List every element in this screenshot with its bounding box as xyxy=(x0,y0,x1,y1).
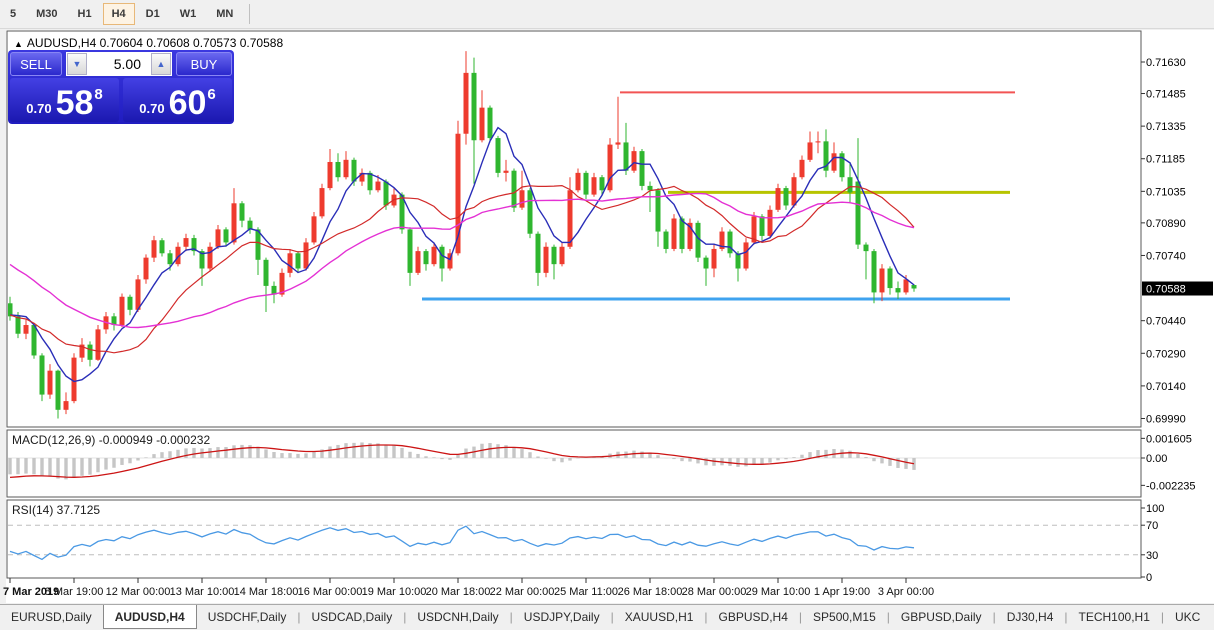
tab-xauusd-h1[interactable]: XAUUSD,H1 xyxy=(614,605,705,629)
tabs-holder: EURUSD,DailyAUDUSD,H4USDCHF,Daily|USDCAD… xyxy=(0,605,1211,629)
sell-price-point: 8 xyxy=(94,86,102,103)
trading-app: 5M30H1H4D1W1MN ▲ AUDUSD,H4 0.70604 0.7060… xyxy=(0,0,1214,630)
tab-usdjpy-daily[interactable]: USDJPY,Daily xyxy=(513,605,611,629)
macd-label: MACD(12,26,9) -0.000949 -0.000232 xyxy=(12,433,210,447)
timeframe-button-d1[interactable]: D1 xyxy=(137,3,169,25)
buy-price-display[interactable]: 0.70 60 6 xyxy=(123,78,232,122)
chart-title: ▲ AUDUSD,H4 0.70604 0.70608 0.70573 0.705… xyxy=(14,36,283,50)
timeframe-button-m30[interactable]: M30 xyxy=(27,3,66,25)
rsi-label: RSI(14) 37.7125 xyxy=(12,503,100,517)
chart-tab-bar: EURUSD,DailyAUDUSD,H4USDCHF,Daily|USDCAD… xyxy=(0,604,1214,629)
tab-sp500-m15[interactable]: SP500,M15 xyxy=(802,605,887,629)
volume-decrease-button[interactable]: ▼ xyxy=(67,53,87,75)
buy-button[interactable]: BUY xyxy=(176,52,232,76)
timeframe-button-h4[interactable]: H4 xyxy=(103,3,135,25)
tab-audusd-h4[interactable]: AUDUSD,H4 xyxy=(103,605,197,629)
tab-usdcad-daily[interactable]: USDCAD,Daily xyxy=(301,605,404,629)
sell-button[interactable]: SELL xyxy=(10,52,62,76)
buy-price-pips: 60 xyxy=(169,88,207,119)
tab-ukc[interactable]: UKC xyxy=(1164,605,1211,629)
tab-usdcnh-daily[interactable]: USDCNH,Daily xyxy=(406,605,509,629)
sell-price-prefix: 0.70 xyxy=(26,101,51,116)
chart-title-text: AUDUSD,H4 0.70604 0.70608 0.70573 0.7058… xyxy=(27,36,283,50)
volume-stepper: ▼ 5.00 ▲ xyxy=(66,52,172,76)
tab-eurusd-daily[interactable]: EURUSD,Daily xyxy=(0,605,103,629)
tab-usdchf-daily[interactable]: USDCHF,Daily xyxy=(197,605,298,629)
timeframe-button-w1[interactable]: W1 xyxy=(171,3,206,25)
buy-price-point: 6 xyxy=(207,86,215,103)
one-click-trading-panel: SELL ▼ 5.00 ▲ BUY 0.70 58 8 0.70 60 6 xyxy=(8,50,234,124)
buy-price-prefix: 0.70 xyxy=(139,101,164,116)
timeframe-button-h1[interactable]: H1 xyxy=(69,3,101,25)
volume-increase-button[interactable]: ▲ xyxy=(151,53,171,75)
tab-gbpusd-daily[interactable]: GBPUSD,Daily xyxy=(890,605,993,629)
volume-field[interactable]: 5.00 xyxy=(87,53,151,75)
timeframe-button-5[interactable]: 5 xyxy=(1,3,25,25)
sell-price-display[interactable]: 0.70 58 8 xyxy=(10,78,119,122)
tab-dj30-h4[interactable]: DJ30,H4 xyxy=(996,605,1065,629)
timeframe-toolbar: 5M30H1H4D1W1MN xyxy=(0,0,1214,29)
toolbar-separator xyxy=(249,4,250,24)
tab-gbpusd-h4[interactable]: GBPUSD,H4 xyxy=(708,605,799,629)
expand-triangle-icon: ▲ xyxy=(14,39,23,49)
timeframe-button-mn[interactable]: MN xyxy=(207,3,242,25)
sell-price-pips: 58 xyxy=(56,88,94,119)
tab-tech100-h1[interactable]: TECH100,H1 xyxy=(1068,605,1161,629)
